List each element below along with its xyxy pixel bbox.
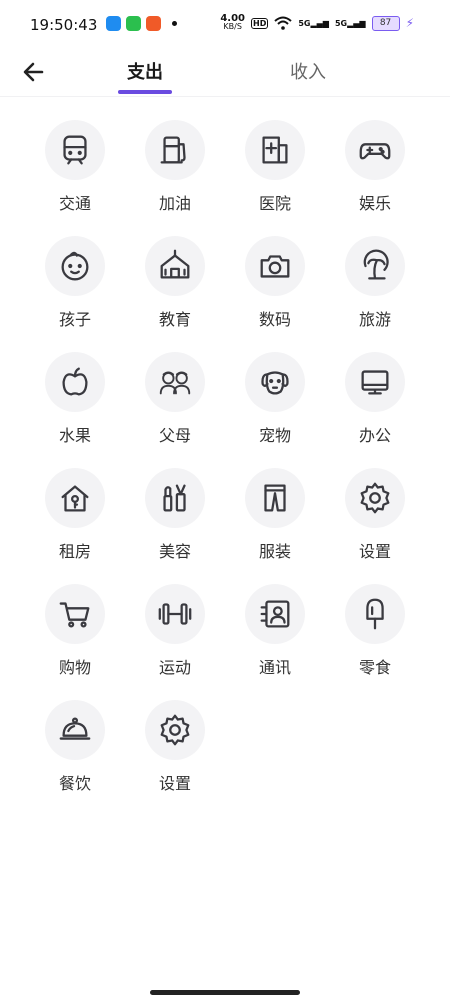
category-rent[interactable]: 租房 [25, 468, 125, 561]
header: 支出 收入 [0, 48, 450, 97]
dumbbell-icon [158, 603, 192, 625]
charging-icon: ⚡ [405, 16, 414, 30]
category-label: 购物 [58, 658, 91, 677]
category-label: 租房 [58, 542, 91, 561]
shopping-cart-icon [59, 602, 90, 628]
category-grid: 交通 加油 医院 娱乐 孩子 教育 数码 旅游 水果 父母 宠物 办公 租房 美… [25, 120, 425, 793]
house-key-icon [61, 485, 89, 512]
monitor-icon [361, 370, 389, 395]
category-label: 娱乐 [358, 194, 391, 213]
category-label: 服装 [258, 542, 291, 561]
category-entertainment[interactable]: 娱乐 [325, 120, 425, 213]
category-label: 设置 [158, 774, 191, 793]
signal-1-icon: 5G▂▄▆ [298, 18, 329, 28]
train-icon [63, 135, 87, 165]
wifi-icon [274, 16, 293, 30]
category-education[interactable]: 教育 [125, 236, 225, 329]
category-label: 加油 [158, 194, 191, 213]
category-label: 设置 [358, 542, 391, 561]
category-fuel[interactable]: 加油 [125, 120, 225, 213]
category-label: 旅游 [358, 310, 391, 329]
category-pets[interactable]: 宠物 [225, 352, 325, 445]
hd-badge: HD [251, 17, 269, 29]
phone-notification-icon [126, 16, 141, 31]
battery-icon: 87 [371, 15, 400, 31]
category-parents[interactable]: 父母 [125, 352, 225, 445]
category-label: 办公 [358, 426, 391, 445]
camera-icon [260, 255, 290, 278]
category-sports[interactable]: 运动 [125, 584, 225, 677]
category-label: 餐饮 [58, 774, 91, 793]
category-clothing[interactable]: 服装 [225, 468, 325, 561]
home-indicator[interactable] [150, 990, 300, 995]
more-notifications-dot-icon [172, 21, 177, 26]
parents-icon [159, 371, 191, 395]
dog-icon [261, 371, 289, 395]
signal-2-icon: 5G▂▄▆ [334, 18, 366, 28]
popsicle-icon [366, 598, 384, 630]
category-label: 父母 [158, 426, 191, 445]
category-settings[interactable]: 设置 [325, 468, 425, 561]
gear-icon [360, 482, 390, 514]
category-label: 零食 [358, 658, 391, 677]
category-transport[interactable]: 交通 [25, 120, 125, 213]
school-icon [160, 249, 190, 279]
category-settings-2[interactable]: 设置 [125, 700, 225, 793]
category-fruit[interactable]: 水果 [25, 352, 125, 445]
gamepad-icon [359, 143, 391, 160]
category-travel[interactable]: 旅游 [325, 236, 425, 329]
category-dining[interactable]: 餐饮 [25, 700, 125, 793]
net-speed: 4.00 KB/S [220, 13, 245, 31]
fuel-pump-icon [160, 136, 186, 164]
category-children[interactable]: 孩子 [25, 236, 125, 329]
notification-icons [106, 16, 177, 31]
apple-icon [62, 367, 88, 396]
category-label: 美容 [158, 542, 191, 561]
category-label: 运动 [158, 658, 191, 677]
category-label: 宠物 [258, 426, 291, 445]
category-label: 数码 [258, 310, 291, 329]
status-time: 19:50:43 [30, 16, 98, 34]
category-shopping[interactable]: 购物 [25, 584, 125, 677]
category-snacks[interactable]: 零食 [325, 584, 425, 677]
tab-expense[interactable]: 支出 [105, 58, 185, 84]
makeup-icon [163, 484, 186, 512]
shop-notification-icon [146, 16, 161, 31]
food-cloche-icon [59, 717, 91, 740]
category-label: 通讯 [258, 658, 291, 677]
hospital-icon [262, 136, 288, 164]
category-office[interactable]: 办公 [325, 352, 425, 445]
palm-tree-icon [363, 249, 389, 280]
category-digital[interactable]: 数码 [225, 236, 325, 329]
category-label: 水果 [58, 426, 91, 445]
status-bar: 19:50:43 4.00 KB/S HD 5G▂▄▆ 5G▂▄▆ 87 ⚡ [0, 0, 450, 48]
baby-face-icon [61, 251, 89, 281]
status-indicators: 4.00 KB/S HD 5G▂▄▆ 5G▂▄▆ 87 ⚡ [220, 13, 414, 31]
back-arrow-icon[interactable] [20, 58, 48, 86]
gear-icon [160, 714, 190, 746]
pants-icon [264, 484, 286, 512]
category-label: 交通 [58, 194, 91, 213]
category-hospital[interactable]: 医院 [225, 120, 325, 213]
tab-income[interactable]: 收入 [268, 58, 348, 84]
category-label: 孩子 [58, 310, 91, 329]
category-beauty[interactable]: 美容 [125, 468, 225, 561]
contacts-icon [260, 600, 290, 628]
app-notification-icon [106, 16, 121, 31]
category-communication[interactable]: 通讯 [225, 584, 325, 677]
category-label: 教育 [158, 310, 191, 329]
category-label: 医院 [258, 194, 291, 213]
active-tab-indicator [118, 90, 172, 94]
